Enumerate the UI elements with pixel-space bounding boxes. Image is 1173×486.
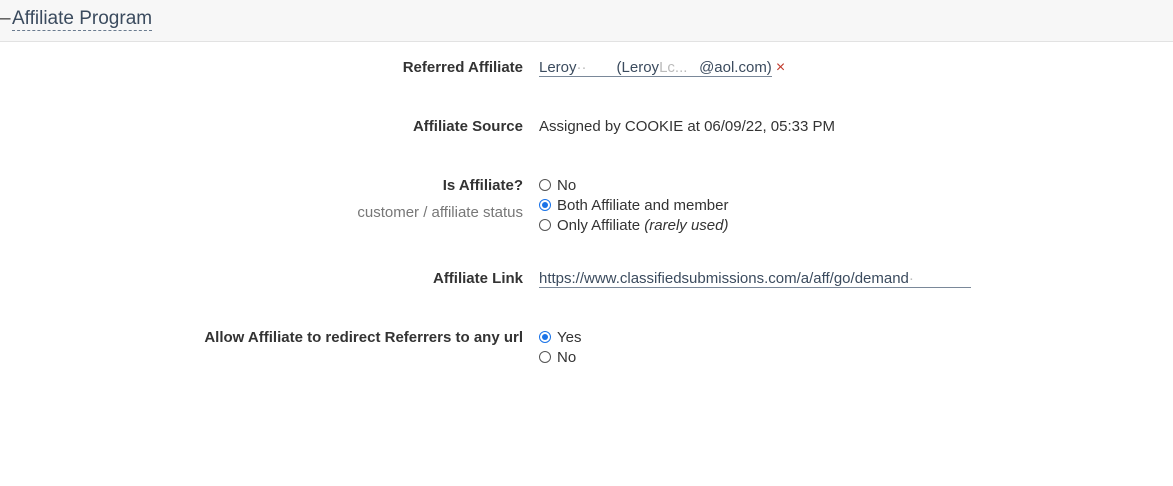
affiliate-url-link[interactable]: https://www.classifiedsubmissions.com/a/… bbox=[539, 270, 971, 288]
radio-no[interactable] bbox=[539, 179, 551, 191]
affiliate-source-label: Affiliate Source bbox=[412, 118, 523, 135]
radio-yes[interactable] bbox=[539, 331, 551, 343]
is-affiliate-option-only[interactable]: Only Affiliate (rarely used) bbox=[539, 216, 728, 236]
allow-redirect-option-yes[interactable]: Yes bbox=[539, 328, 581, 348]
affiliate-name-mask: ·· bbox=[576, 59, 617, 76]
referred-affiliate-label: Referred Affiliate bbox=[402, 59, 523, 76]
collapse-toggle-icon[interactable]: – bbox=[0, 9, 11, 29]
affiliate-email-suffix: @aol.com) bbox=[699, 59, 772, 76]
is-affiliate-option-no[interactable]: No bbox=[539, 176, 576, 196]
is-affiliate-sublabel: customer / affiliate status bbox=[357, 204, 523, 221]
allow-redirect-option-no[interactable]: No bbox=[539, 348, 576, 368]
referred-affiliate-link[interactable]: Leroy·· (LeroyLc... @aol.com) bbox=[539, 59, 772, 77]
radio-both[interactable] bbox=[539, 199, 551, 211]
option-label: No bbox=[557, 349, 577, 366]
referred-affiliate-value: Leroy·· (LeroyLc... @aol.com) × bbox=[539, 59, 785, 77]
is-affiliate-label: Is Affiliate? bbox=[442, 177, 523, 194]
affiliate-link-label: Affiliate Link bbox=[432, 270, 523, 287]
allow-redirect-label: Allow Affiliate to redirect Referrers to… bbox=[204, 329, 523, 346]
affiliate-email-prefix: (Leroy bbox=[616, 59, 660, 76]
option-note: (rarely used) bbox=[644, 217, 729, 234]
option-label: Yes bbox=[557, 329, 582, 346]
affiliate-url-text: https://www.classifiedsubmissions.com/a/… bbox=[539, 270, 909, 287]
affiliate-link-value: https://www.classifiedsubmissions.com/a/… bbox=[539, 270, 971, 288]
affiliate-name: Leroy bbox=[539, 59, 577, 76]
affiliate-url-mask: · bbox=[908, 270, 971, 287]
affiliate-source-value: Assigned by COOKIE at 06/09/22, 05:33 PM bbox=[539, 118, 836, 135]
remove-affiliate-icon[interactable]: × bbox=[776, 59, 785, 77]
is-affiliate-option-both[interactable]: Both Affiliate and member bbox=[539, 196, 729, 216]
affiliate-email-mask: Lc... bbox=[659, 59, 700, 76]
radio-no[interactable] bbox=[539, 351, 551, 363]
section-title[interactable]: Affiliate Program bbox=[12, 8, 153, 31]
option-label: Both Affiliate and member bbox=[557, 197, 729, 214]
option-label: No bbox=[557, 177, 577, 194]
option-label: Only Affiliate bbox=[557, 217, 641, 234]
section-header: – Affiliate Program bbox=[0, 0, 1173, 42]
radio-only[interactable] bbox=[539, 219, 551, 231]
